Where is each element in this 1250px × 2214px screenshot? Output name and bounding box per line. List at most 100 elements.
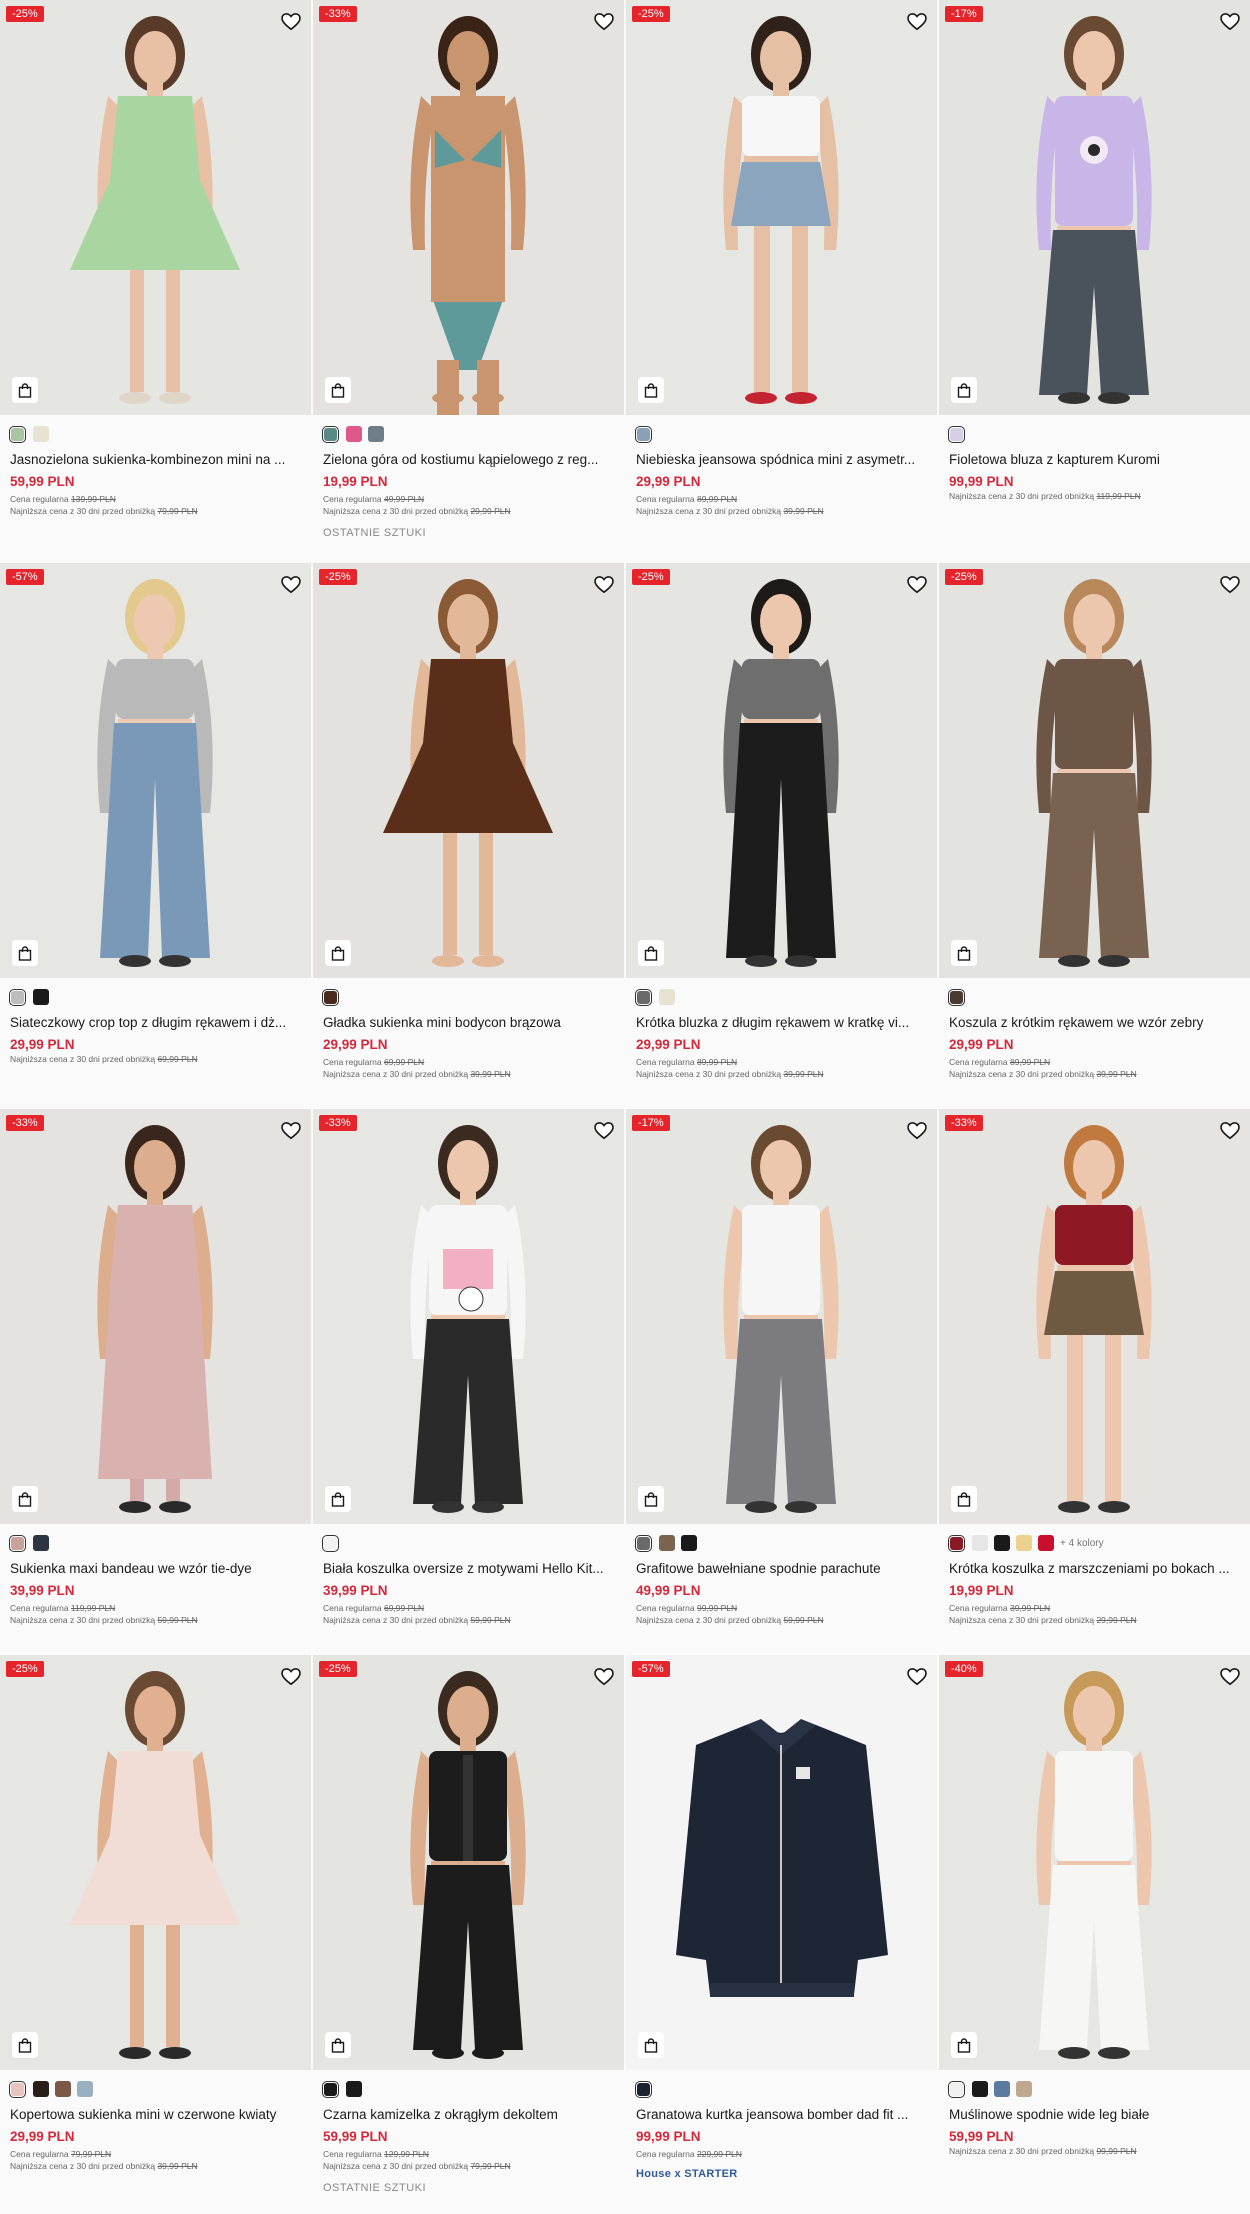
product-card[interactable]: -33% Zielona góra od kostiumu kąpieloweg… (313, 0, 624, 563)
color-swatch[interactable] (33, 989, 49, 1005)
product-title[interactable]: Grafitowe bawełniane spodnie parachute (636, 1560, 927, 1578)
color-swatch[interactable] (33, 2081, 49, 2097)
product-image[interactable]: -40% (939, 1655, 1250, 2070)
color-swatch[interactable] (9, 425, 26, 443)
product-image[interactable]: -33% (0, 1109, 311, 1524)
heart-icon[interactable] (280, 1666, 302, 1686)
product-title[interactable]: Krótka koszulka z marszczeniami po bokac… (949, 1560, 1240, 1578)
product-card[interactable]: -33% + 4 kolory Krótka koszulka z marszc… (939, 1109, 1250, 1655)
heart-icon[interactable] (593, 1666, 615, 1686)
color-swatch[interactable] (9, 2080, 26, 2098)
color-swatch[interactable] (972, 1535, 988, 1551)
product-card[interactable]: -25% Niebieska jeansowa spódnica mini z … (626, 0, 937, 563)
color-swatch[interactable] (972, 2081, 988, 2097)
product-title[interactable]: Fioletowa bluza z kapturem Kuromi (949, 451, 1240, 469)
color-swatch[interactable] (948, 988, 965, 1006)
add-to-cart-button[interactable] (951, 940, 977, 966)
color-swatch[interactable] (635, 425, 652, 443)
color-swatch[interactable] (55, 2081, 71, 2097)
heart-icon[interactable] (906, 1666, 928, 1686)
color-swatch[interactable] (635, 1534, 652, 1552)
color-swatch[interactable] (346, 426, 362, 442)
color-swatch[interactable] (948, 2080, 965, 2098)
color-swatch[interactable] (635, 2080, 652, 2098)
product-image[interactable]: -25% (626, 0, 937, 415)
add-to-cart-button[interactable] (325, 377, 351, 403)
product-card[interactable]: -25% Krótka bluzka z długim rękawem w kr… (626, 563, 937, 1109)
product-card[interactable]: -25% Jasnozielona sukienka-kombinezon mi… (0, 0, 311, 563)
product-title[interactable]: Niebieska jeansowa spódnica mini z asyme… (636, 451, 927, 469)
heart-icon[interactable] (1219, 1120, 1241, 1140)
product-image[interactable]: -25% (313, 563, 624, 978)
product-image[interactable]: -57% (0, 563, 311, 978)
product-card[interactable]: -57% Granatowa kurtka jeansowa bomber da… (626, 1655, 937, 2214)
add-to-cart-button[interactable] (951, 1486, 977, 1512)
color-swatch[interactable] (368, 426, 384, 442)
product-card[interactable]: -57% Siateczkowy crop top z długim rękaw… (0, 563, 311, 1109)
color-swatch[interactable] (659, 989, 675, 1005)
heart-icon[interactable] (906, 11, 928, 31)
color-swatch[interactable] (994, 2081, 1010, 2097)
heart-icon[interactable] (593, 1120, 615, 1140)
heart-icon[interactable] (280, 11, 302, 31)
product-image[interactable]: -33% (313, 0, 624, 415)
color-swatch[interactable] (33, 1535, 49, 1551)
product-image[interactable]: -25% (313, 1655, 624, 2070)
heart-icon[interactable] (280, 1120, 302, 1140)
product-card[interactable]: -25% Czarna kamizelka z okrągłym dekolte… (313, 1655, 624, 2214)
product-card[interactable]: -33% Sukienka maxi bandeau we wzór tie-d… (0, 1109, 311, 1655)
product-image[interactable]: -33% (939, 1109, 1250, 1524)
product-card[interactable]: -25% Gładka sukienka mini bodycon brązow… (313, 563, 624, 1109)
add-to-cart-button[interactable] (12, 940, 38, 966)
product-image[interactable]: -33% (313, 1109, 624, 1524)
color-swatch[interactable] (9, 988, 26, 1006)
color-swatch[interactable] (948, 1534, 965, 1552)
add-to-cart-button[interactable] (638, 2032, 664, 2058)
product-card[interactable]: -17% Grafitowe bawełniane spodnie parach… (626, 1109, 937, 1655)
product-title[interactable]: Muślinowe spodnie wide leg białe (949, 2106, 1240, 2124)
color-swatch[interactable] (322, 2080, 339, 2098)
add-to-cart-button[interactable] (638, 940, 664, 966)
more-colors[interactable]: + 4 kolory (1060, 1538, 1104, 1549)
heart-icon[interactable] (593, 11, 615, 31)
color-swatch[interactable] (77, 2081, 93, 2097)
add-to-cart-button[interactable] (325, 1486, 351, 1512)
product-image[interactable]: -25% (0, 1655, 311, 2070)
product-title[interactable]: Krótka bluzka z długim rękawem w kratkę … (636, 1014, 927, 1032)
heart-icon[interactable] (1219, 11, 1241, 31)
product-title[interactable]: Czarna kamizelka z okrągłym dekoltem (323, 2106, 614, 2124)
add-to-cart-button[interactable] (951, 377, 977, 403)
add-to-cart-button[interactable] (638, 1486, 664, 1512)
product-image[interactable]: -17% (939, 0, 1250, 415)
product-card[interactable]: -33% Biała koszulka oversize z motywami … (313, 1109, 624, 1655)
product-image[interactable]: -25% (0, 0, 311, 415)
color-swatch[interactable] (994, 1535, 1010, 1551)
product-card[interactable]: -25% Koszula z krótkim rękawem we wzór z… (939, 563, 1250, 1109)
product-title[interactable]: Koszula z krótkim rękawem we wzór zebry (949, 1014, 1240, 1032)
product-card[interactable]: -25% Kopertowa sukienka mini w czerwone … (0, 1655, 311, 2214)
product-card[interactable]: -40% Muślinowe spodnie wide leg białe 59… (939, 1655, 1250, 2214)
color-swatch[interactable] (635, 988, 652, 1006)
product-title[interactable]: Sukienka maxi bandeau we wzór tie-dye (10, 1560, 301, 1578)
heart-icon[interactable] (280, 574, 302, 594)
color-swatch[interactable] (1016, 2081, 1032, 2097)
heart-icon[interactable] (906, 1120, 928, 1140)
color-swatch[interactable] (659, 1535, 675, 1551)
heart-icon[interactable] (593, 574, 615, 594)
product-title[interactable]: Gładka sukienka mini bodycon brązowa (323, 1014, 614, 1032)
product-title[interactable]: Granatowa kurtka jeansowa bomber dad fit… (636, 2106, 927, 2124)
product-title[interactable]: Kopertowa sukienka mini w czerwone kwiat… (10, 2106, 301, 2124)
color-swatch[interactable] (1038, 1535, 1054, 1551)
add-to-cart-button[interactable] (12, 1486, 38, 1512)
color-swatch[interactable] (948, 425, 965, 443)
add-to-cart-button[interactable] (12, 2032, 38, 2058)
add-to-cart-button[interactable] (638, 377, 664, 403)
add-to-cart-button[interactable] (951, 2032, 977, 2058)
heart-icon[interactable] (1219, 574, 1241, 594)
add-to-cart-button[interactable] (325, 940, 351, 966)
product-title[interactable]: Biała koszulka oversize z motywami Hello… (323, 1560, 614, 1578)
color-swatch[interactable] (322, 425, 339, 443)
color-swatch[interactable] (1016, 1535, 1032, 1551)
product-title[interactable]: Jasnozielona sukienka-kombinezon mini na… (10, 451, 301, 469)
color-swatch[interactable] (9, 1534, 26, 1552)
